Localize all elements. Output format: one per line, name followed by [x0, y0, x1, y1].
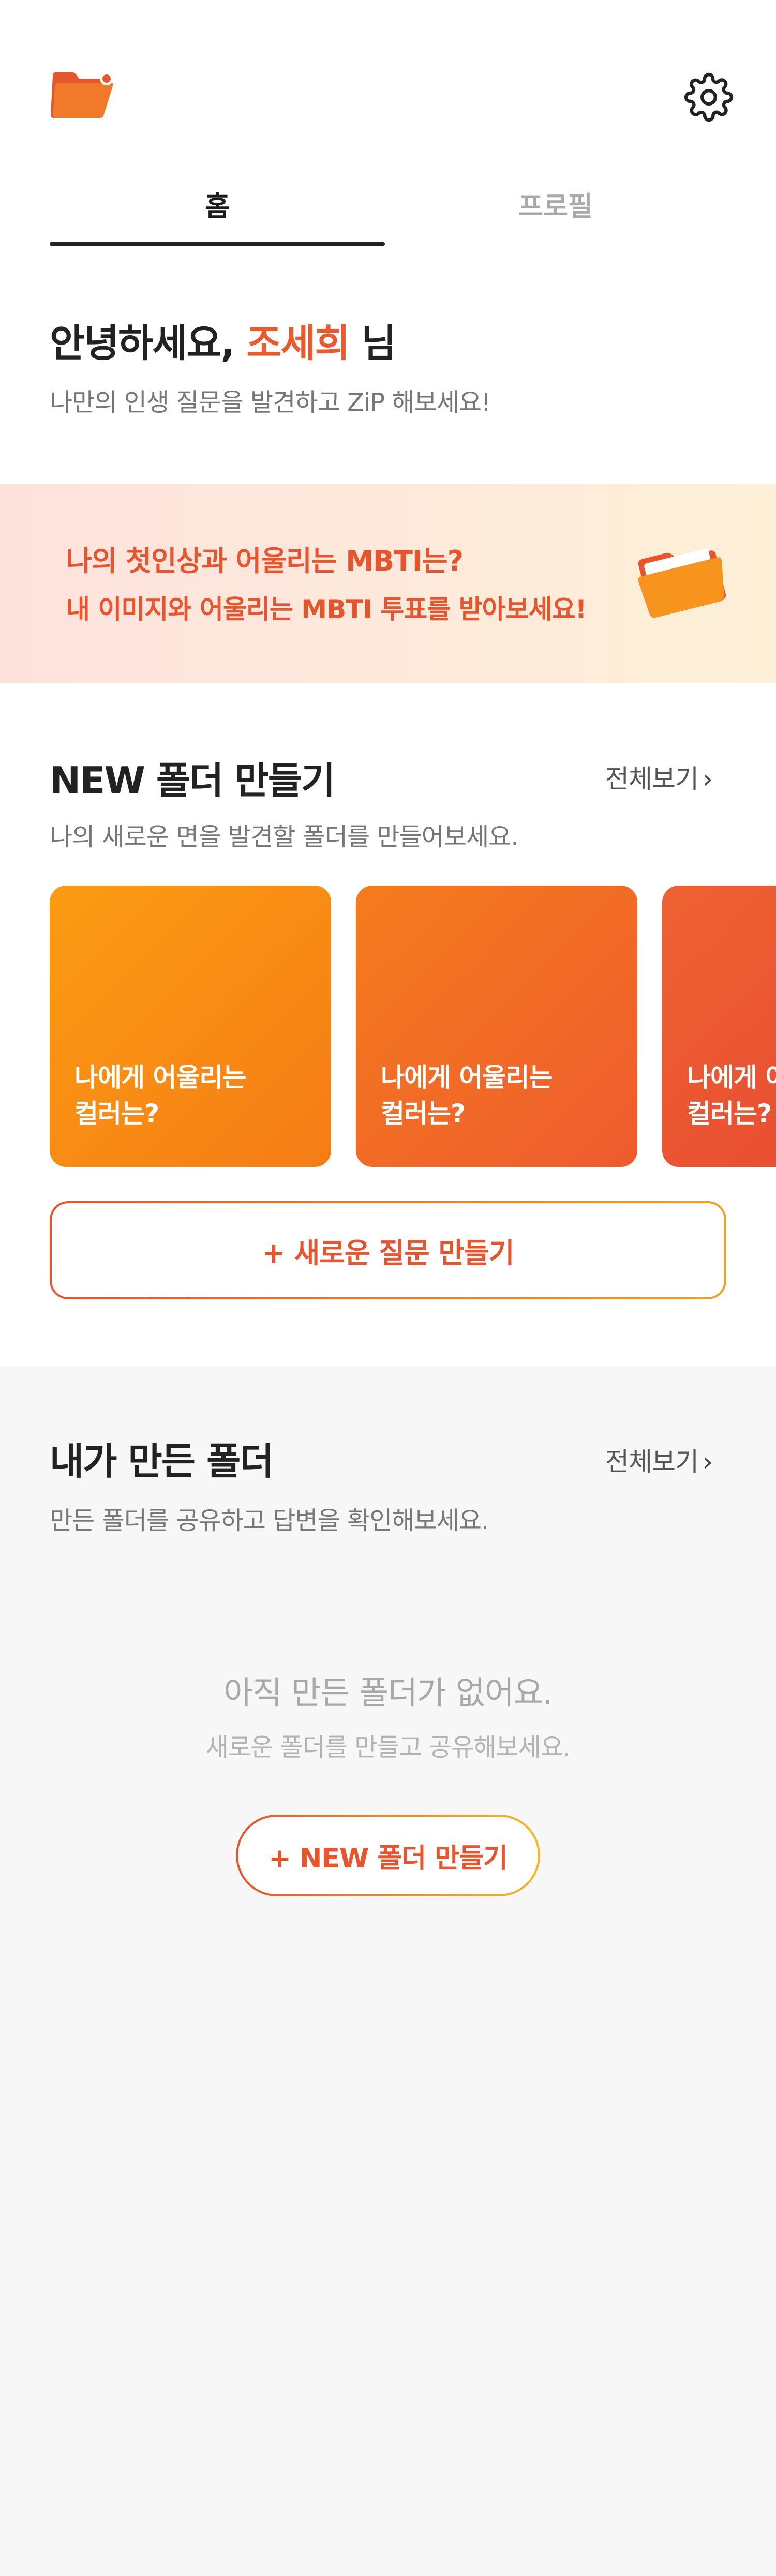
folder-card[interactable]: 나에게 어울리는컬러는?	[356, 886, 637, 1167]
banner-subtitle[interactable]: 내 이미지와 어울리는 MBTI 투표를 받아보세요!	[66, 589, 587, 626]
my-folders-see-all-link[interactable]: 전체보기 ›	[605, 1441, 713, 1478]
greeting-prefix: 안녕하세요,	[50, 321, 247, 366]
tab-home[interactable]: 홈	[50, 184, 385, 230]
folder-card[interactable]: 나에게 어울리는컬러는?	[662, 886, 776, 1167]
see-all-label: 전체보기	[605, 1447, 699, 1477]
new-folder-see-all-link[interactable]: 전체보기 ›	[605, 758, 713, 796]
new-folder-button-label: + NEW 폴더 만들기	[268, 1843, 508, 1874]
new-question-button-label: + 새로운 질문 만들기	[262, 1236, 514, 1269]
see-all-label: 전체보기	[605, 764, 699, 794]
folder-card[interactable]: 나에게 어울리는컬러는?	[50, 886, 331, 1167]
new-folder-button[interactable]: + NEW 폴더 만들기	[236, 1815, 540, 1896]
greeting-subtitle: 나만의 인생 질문을 발견하고 ZiP 해보세요!	[50, 388, 491, 417]
orange-folder-icon	[632, 535, 728, 619]
banner-title[interactable]: 나의 첫인상과 어울리는 MBTI는?	[66, 538, 464, 579]
settings-gear-icon[interactable]	[684, 72, 734, 122]
folder-card-label: 나에게 어울리는컬러는?	[74, 1062, 246, 1129]
new-question-button[interactable]: + 새로운 질문 만들기	[50, 1201, 726, 1299]
empty-state-title: 아직 만든 폴더가 없어요.	[223, 1674, 553, 1712]
chevron-right-icon: ›	[703, 1447, 713, 1477]
my-folders-subtitle: 만든 폴더를 공유하고 답변을 확인해보세요.	[50, 1506, 489, 1535]
empty-state-subtitle: 새로운 폴더를 만들고 공유해보세요.	[205, 1733, 571, 1762]
greeting-title: 안녕하세요, 조세희 님	[50, 312, 396, 368]
greeting-suffix: 님	[349, 321, 396, 366]
new-folder-section-subtitle: 나의 새로운 면을 발견할 폴더를 만들어보세요.	[50, 822, 519, 851]
chevron-right-icon: ›	[703, 764, 713, 794]
folder-card-label: 나에게 어울리는컬러는?	[381, 1062, 553, 1129]
new-folder-section-title: NEW 폴더 만들기	[50, 759, 335, 802]
tab-profile[interactable]: 프로필	[388, 184, 723, 230]
user-name: 조세희	[246, 321, 350, 366]
folder-card-label: 나에게 어울리는컬러는?	[687, 1062, 776, 1129]
my-folders-title: 내가 만든 폴더	[50, 1440, 274, 1483]
folder-logo-icon[interactable]	[50, 70, 115, 119]
active-tab-indicator	[50, 242, 385, 246]
my-folders-section	[0, 1366, 776, 2576]
